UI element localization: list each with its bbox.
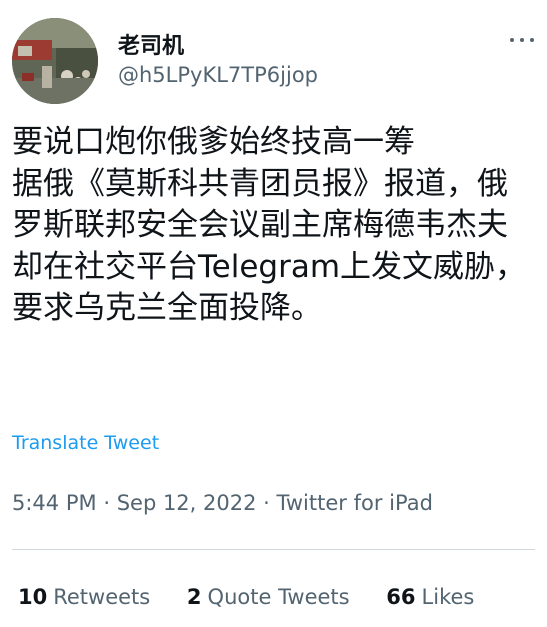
retweets-count: 10 bbox=[18, 585, 48, 609]
tweet-container: 老司机 @h5LPyKL7TP6jjop 要说口炮你俄爹始终技高一筹 据俄《莫斯… bbox=[0, 0, 547, 627]
avatar-photo-icon bbox=[12, 18, 98, 104]
tweet-date[interactable]: Sep 12, 2022 bbox=[117, 491, 257, 515]
likes-stat[interactable]: 66 Likes bbox=[386, 585, 474, 609]
meta-separator: · bbox=[103, 491, 110, 515]
quote-tweets-count: 2 bbox=[186, 585, 202, 609]
quote-tweets-stat[interactable]: 2 Quote Tweets bbox=[187, 585, 350, 609]
tweet-header: 老司机 @h5LPyKL7TP6jjop bbox=[12, 18, 542, 106]
tweet-text: 要说口炮你俄爹始终技高一筹 据俄《莫斯科共青团员报》报道，俄罗斯联邦安全会议副主… bbox=[12, 124, 527, 326]
tweet-stats: 10 Retweets 2 Quote Tweets 66 Likes bbox=[18, 585, 504, 609]
likes-label: Likes bbox=[421, 585, 475, 609]
tweet-source[interactable]: Twitter for iPad bbox=[277, 491, 433, 515]
more-options-icon[interactable] bbox=[508, 30, 536, 50]
retweets-label: Retweets bbox=[53, 585, 151, 609]
retweets-stat[interactable]: 10 Retweets bbox=[18, 585, 150, 609]
tweet-time[interactable]: 5:44 PM bbox=[12, 491, 97, 515]
quote-tweets-label: Quote Tweets bbox=[207, 585, 350, 609]
avatar[interactable] bbox=[12, 18, 98, 104]
meta-separator: · bbox=[263, 491, 270, 515]
user-handle[interactable]: @h5LPyKL7TP6jjop bbox=[118, 63, 318, 87]
tweet-meta: 5:44 PM · Sep 12, 2022 · Twitter for iPa… bbox=[12, 491, 433, 515]
display-name[interactable]: 老司机 bbox=[118, 28, 184, 60]
divider bbox=[12, 549, 535, 550]
translate-tweet-link[interactable]: Translate Tweet bbox=[12, 432, 159, 454]
likes-count: 66 bbox=[386, 585, 416, 609]
